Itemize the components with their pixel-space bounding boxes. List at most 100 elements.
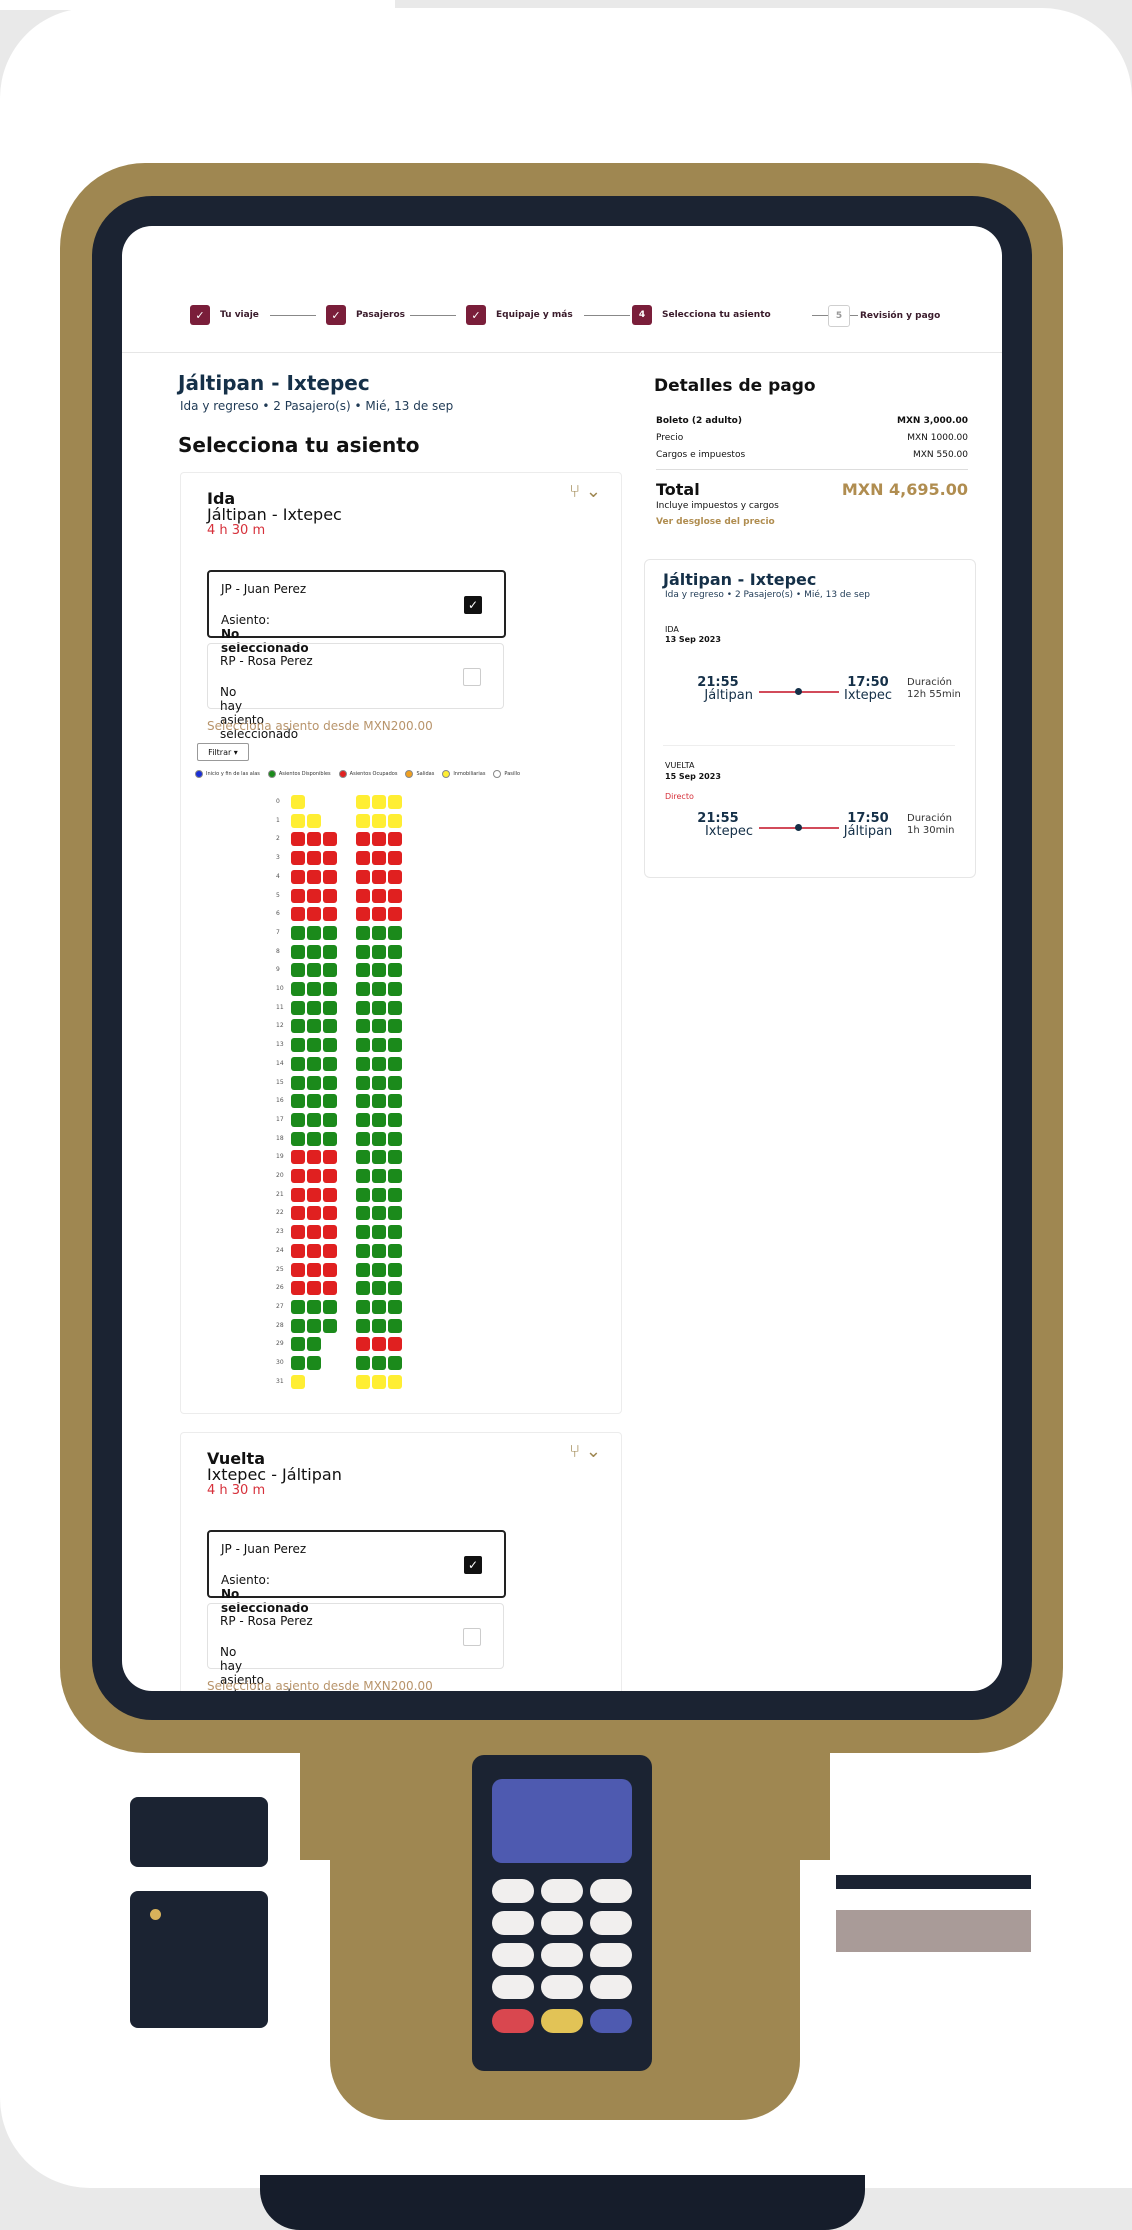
seat[interactable] — [388, 1019, 402, 1034]
seat[interactable] — [291, 925, 305, 940]
seat[interactable] — [307, 1094, 321, 1109]
seat[interactable] — [372, 1356, 386, 1370]
seat[interactable] — [307, 1131, 321, 1146]
cancel-key[interactable] — [492, 2009, 534, 2033]
seat[interactable] — [323, 1299, 337, 1314]
seat[interactable] — [307, 1299, 321, 1314]
seat[interactable] — [372, 1206, 386, 1221]
seat[interactable] — [356, 1281, 370, 1296]
seat[interactable] — [372, 1299, 386, 1314]
seat[interactable] — [307, 1056, 321, 1071]
seat[interactable] — [356, 1112, 370, 1127]
passenger-card[interactable]: RP - Rosa Perez No hay asiento seleccion… — [207, 643, 504, 741]
seat[interactable] — [323, 982, 337, 996]
seat[interactable] — [356, 1356, 370, 1370]
seat[interactable] — [372, 1281, 386, 1296]
seat-icon[interactable]: ⑂ ⌄ — [569, 1441, 601, 1462]
seat[interactable] — [356, 982, 370, 996]
seat[interactable] — [372, 1056, 386, 1071]
seat[interactable] — [291, 1094, 305, 1109]
seat[interactable] — [356, 1318, 370, 1333]
seat[interactable] — [307, 1019, 321, 1034]
pin-key[interactable] — [590, 1975, 632, 1999]
pin-key[interactable] — [541, 1879, 583, 1903]
step-revision-pago[interactable]: 5 Revisión y pago — [828, 305, 940, 327]
seat[interactable] — [291, 1318, 305, 1333]
seat[interactable] — [372, 1169, 386, 1183]
seat[interactable] — [307, 1318, 321, 1333]
seat[interactable] — [388, 1056, 402, 1071]
seat[interactable] — [307, 1038, 321, 1053]
seat[interactable] — [291, 1112, 305, 1127]
seat[interactable] — [388, 1356, 402, 1370]
passenger-checkbox[interactable]: ✓ — [464, 1556, 482, 1574]
seat[interactable] — [372, 1094, 386, 1109]
filter-dropdown[interactable]: Filtrar ▾ — [197, 743, 249, 761]
seat[interactable] — [307, 1075, 321, 1090]
seat[interactable] — [388, 1225, 402, 1240]
seat[interactable] — [356, 925, 370, 940]
seat[interactable] — [372, 1243, 386, 1258]
seat[interactable] — [388, 1038, 402, 1053]
seat[interactable] — [307, 925, 321, 940]
pin-pad[interactable] — [472, 1755, 652, 2071]
step-pasajeros[interactable]: ✓ Pasajeros — [326, 305, 405, 325]
seat[interactable] — [372, 1318, 386, 1333]
seat[interactable] — [323, 1056, 337, 1071]
seat[interactable] — [388, 1243, 402, 1258]
passenger-checkbox[interactable] — [463, 668, 481, 686]
seat[interactable] — [356, 1056, 370, 1071]
seat[interactable] — [356, 1038, 370, 1053]
pin-key[interactable] — [541, 1911, 583, 1935]
seat[interactable] — [372, 1150, 386, 1165]
seat[interactable] — [372, 1019, 386, 1034]
seat[interactable] — [307, 1337, 321, 1352]
seat[interactable] — [323, 963, 337, 978]
seat[interactable] — [307, 944, 321, 959]
seat[interactable] — [323, 1000, 337, 1015]
seat[interactable] — [291, 1356, 305, 1370]
passenger-checkbox[interactable] — [463, 1628, 481, 1646]
seat[interactable] — [388, 982, 402, 996]
seat[interactable] — [388, 1131, 402, 1146]
seat[interactable] — [388, 1206, 402, 1221]
seat[interactable] — [372, 1225, 386, 1240]
pin-key[interactable] — [590, 1943, 632, 1967]
pin-key[interactable] — [492, 1943, 534, 1967]
seat[interactable] — [372, 1038, 386, 1053]
seat[interactable] — [291, 1337, 305, 1352]
seat[interactable] — [372, 925, 386, 940]
passenger-card[interactable]: JP - Juan Perez Asiento: No seleccionado… — [207, 570, 506, 655]
pin-key[interactable] — [492, 1879, 534, 1903]
seat[interactable] — [356, 1075, 370, 1090]
seat[interactable] — [291, 982, 305, 996]
seat[interactable] — [388, 925, 402, 940]
seat[interactable] — [307, 963, 321, 978]
seat-icon[interactable]: ⑂ ⌄ — [569, 481, 601, 502]
seat[interactable] — [388, 1281, 402, 1296]
seat[interactable] — [388, 1112, 402, 1127]
seat[interactable] — [291, 1019, 305, 1034]
passenger-checkbox[interactable]: ✓ — [464, 596, 482, 614]
seat[interactable] — [388, 944, 402, 959]
seat[interactable] — [388, 1187, 402, 1202]
seat[interactable] — [372, 1075, 386, 1090]
seat[interactable] — [307, 1112, 321, 1127]
seat[interactable] — [388, 1262, 402, 1277]
seat[interactable] — [388, 1169, 402, 1183]
pin-key[interactable] — [590, 1879, 632, 1903]
seat[interactable] — [323, 1094, 337, 1109]
seat[interactable] — [323, 925, 337, 940]
seat[interactable] — [388, 1150, 402, 1165]
seat[interactable] — [356, 1225, 370, 1240]
seat[interactable] — [356, 1019, 370, 1034]
seat[interactable] — [388, 1075, 402, 1090]
seat[interactable] — [356, 963, 370, 978]
seat[interactable] — [291, 1038, 305, 1053]
seat[interactable] — [388, 963, 402, 978]
step-selecciona-asiento[interactable]: 4 Selecciona tu asiento — [632, 305, 771, 325]
seat[interactable] — [388, 1318, 402, 1333]
pin-key[interactable] — [590, 1911, 632, 1935]
seat[interactable] — [356, 1262, 370, 1277]
seat[interactable] — [372, 1112, 386, 1127]
